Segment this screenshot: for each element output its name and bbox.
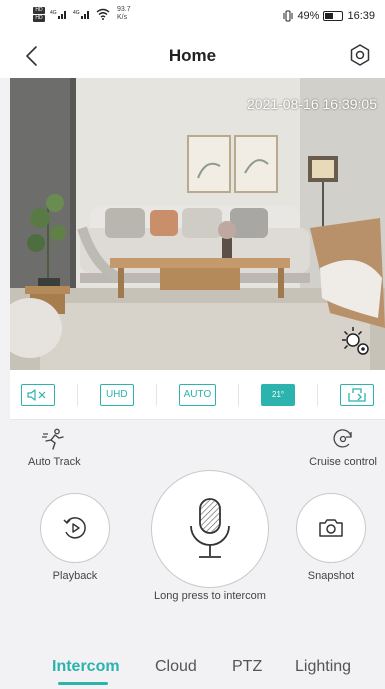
- night-vision-settings-icon[interactable]: [339, 324, 373, 358]
- cell-signal-icon: 4G: [50, 10, 66, 19]
- uhd-quality-button[interactable]: UHD: [99, 383, 134, 406]
- status-left: HD HD 4G 4G 93.7 K/s: [33, 6, 131, 22]
- hd-badge: HD HD: [33, 6, 45, 22]
- cruise-control[interactable]: Cruise control: [309, 428, 377, 468]
- toolbar-divider: [155, 383, 157, 406]
- fullscreen-icon: [348, 387, 366, 402]
- vibrate-icon: [283, 10, 293, 22]
- active-tab-indicator: [58, 682, 108, 685]
- mute-button[interactable]: [20, 383, 55, 406]
- cell-signal-2-icon: 4G: [73, 10, 89, 19]
- camera-icon: [319, 519, 343, 537]
- toolbar-divider: [76, 383, 78, 406]
- bottom-tab-bar: Intercom Cloud PTZ Lighting: [10, 650, 385, 689]
- microphone-icon: [190, 498, 230, 558]
- status-right: 49% 16:39: [283, 10, 375, 22]
- battery-icon: [323, 11, 344, 21]
- speed-value: 93.7: [117, 6, 131, 13]
- tab-intercom[interactable]: Intercom: [52, 658, 120, 676]
- settings-gear-icon[interactable]: [347, 43, 373, 69]
- wifi-icon: [96, 8, 110, 20]
- fullscreen-button[interactable]: [339, 383, 374, 406]
- battery-percent: 49%: [297, 10, 320, 22]
- nav-bar: Home: [0, 34, 385, 78]
- hd-top-label: HD: [33, 6, 45, 14]
- auto-track-control[interactable]: Auto Track: [28, 428, 81, 468]
- tab-cloud[interactable]: Cloud: [155, 658, 197, 676]
- tab-ptz[interactable]: PTZ: [232, 658, 262, 676]
- playback-button[interactable]: [40, 493, 110, 563]
- tab-lighting[interactable]: Lighting: [295, 658, 351, 676]
- control-panel: Auto Track Cruise control Playback Long …: [10, 420, 385, 650]
- page-title: Home: [168, 46, 217, 65]
- intercom-microphone-button[interactable]: [151, 470, 269, 588]
- cruise-rotate-icon: [333, 429, 352, 448]
- status-bar: HD HD 4G 4G 93.7 K/s 49% 16:39: [0, 0, 385, 34]
- speed-unit: K/s: [117, 14, 128, 21]
- video-timestamp: 2021-08-16 16:39:05: [247, 96, 377, 112]
- svg-text:4G: 4G: [50, 10, 57, 16]
- snapshot-button[interactable]: [296, 493, 366, 563]
- speaker-muted-icon: [27, 388, 46, 401]
- temperature-button[interactable]: 21°: [261, 383, 296, 406]
- snapshot-label: Snapshot: [307, 570, 355, 582]
- hd-bottom-label: HD: [33, 14, 45, 22]
- camera-video-feed[interactable]: 2021-08-16 16:39:05: [10, 78, 385, 370]
- toolbar-divider: [238, 383, 240, 406]
- playback-icon: [63, 517, 86, 539]
- toolbar-divider: [317, 383, 319, 406]
- video-toolbar: UHD AUTO 21°: [10, 370, 385, 420]
- cruise-control-label: Cruise control: [309, 456, 377, 468]
- playback-label: Playback: [52, 570, 98, 582]
- intercom-hint: Long press to intercom: [154, 590, 266, 602]
- clock: 16:39: [347, 10, 375, 22]
- svg-text:4G: 4G: [73, 10, 80, 16]
- living-room-scene: [10, 78, 385, 370]
- network-speed: 93.7 K/s: [117, 6, 131, 22]
- running-person-icon: [42, 428, 64, 450]
- auto-track-label: Auto Track: [28, 456, 81, 468]
- auto-mode-button[interactable]: AUTO: [178, 383, 217, 406]
